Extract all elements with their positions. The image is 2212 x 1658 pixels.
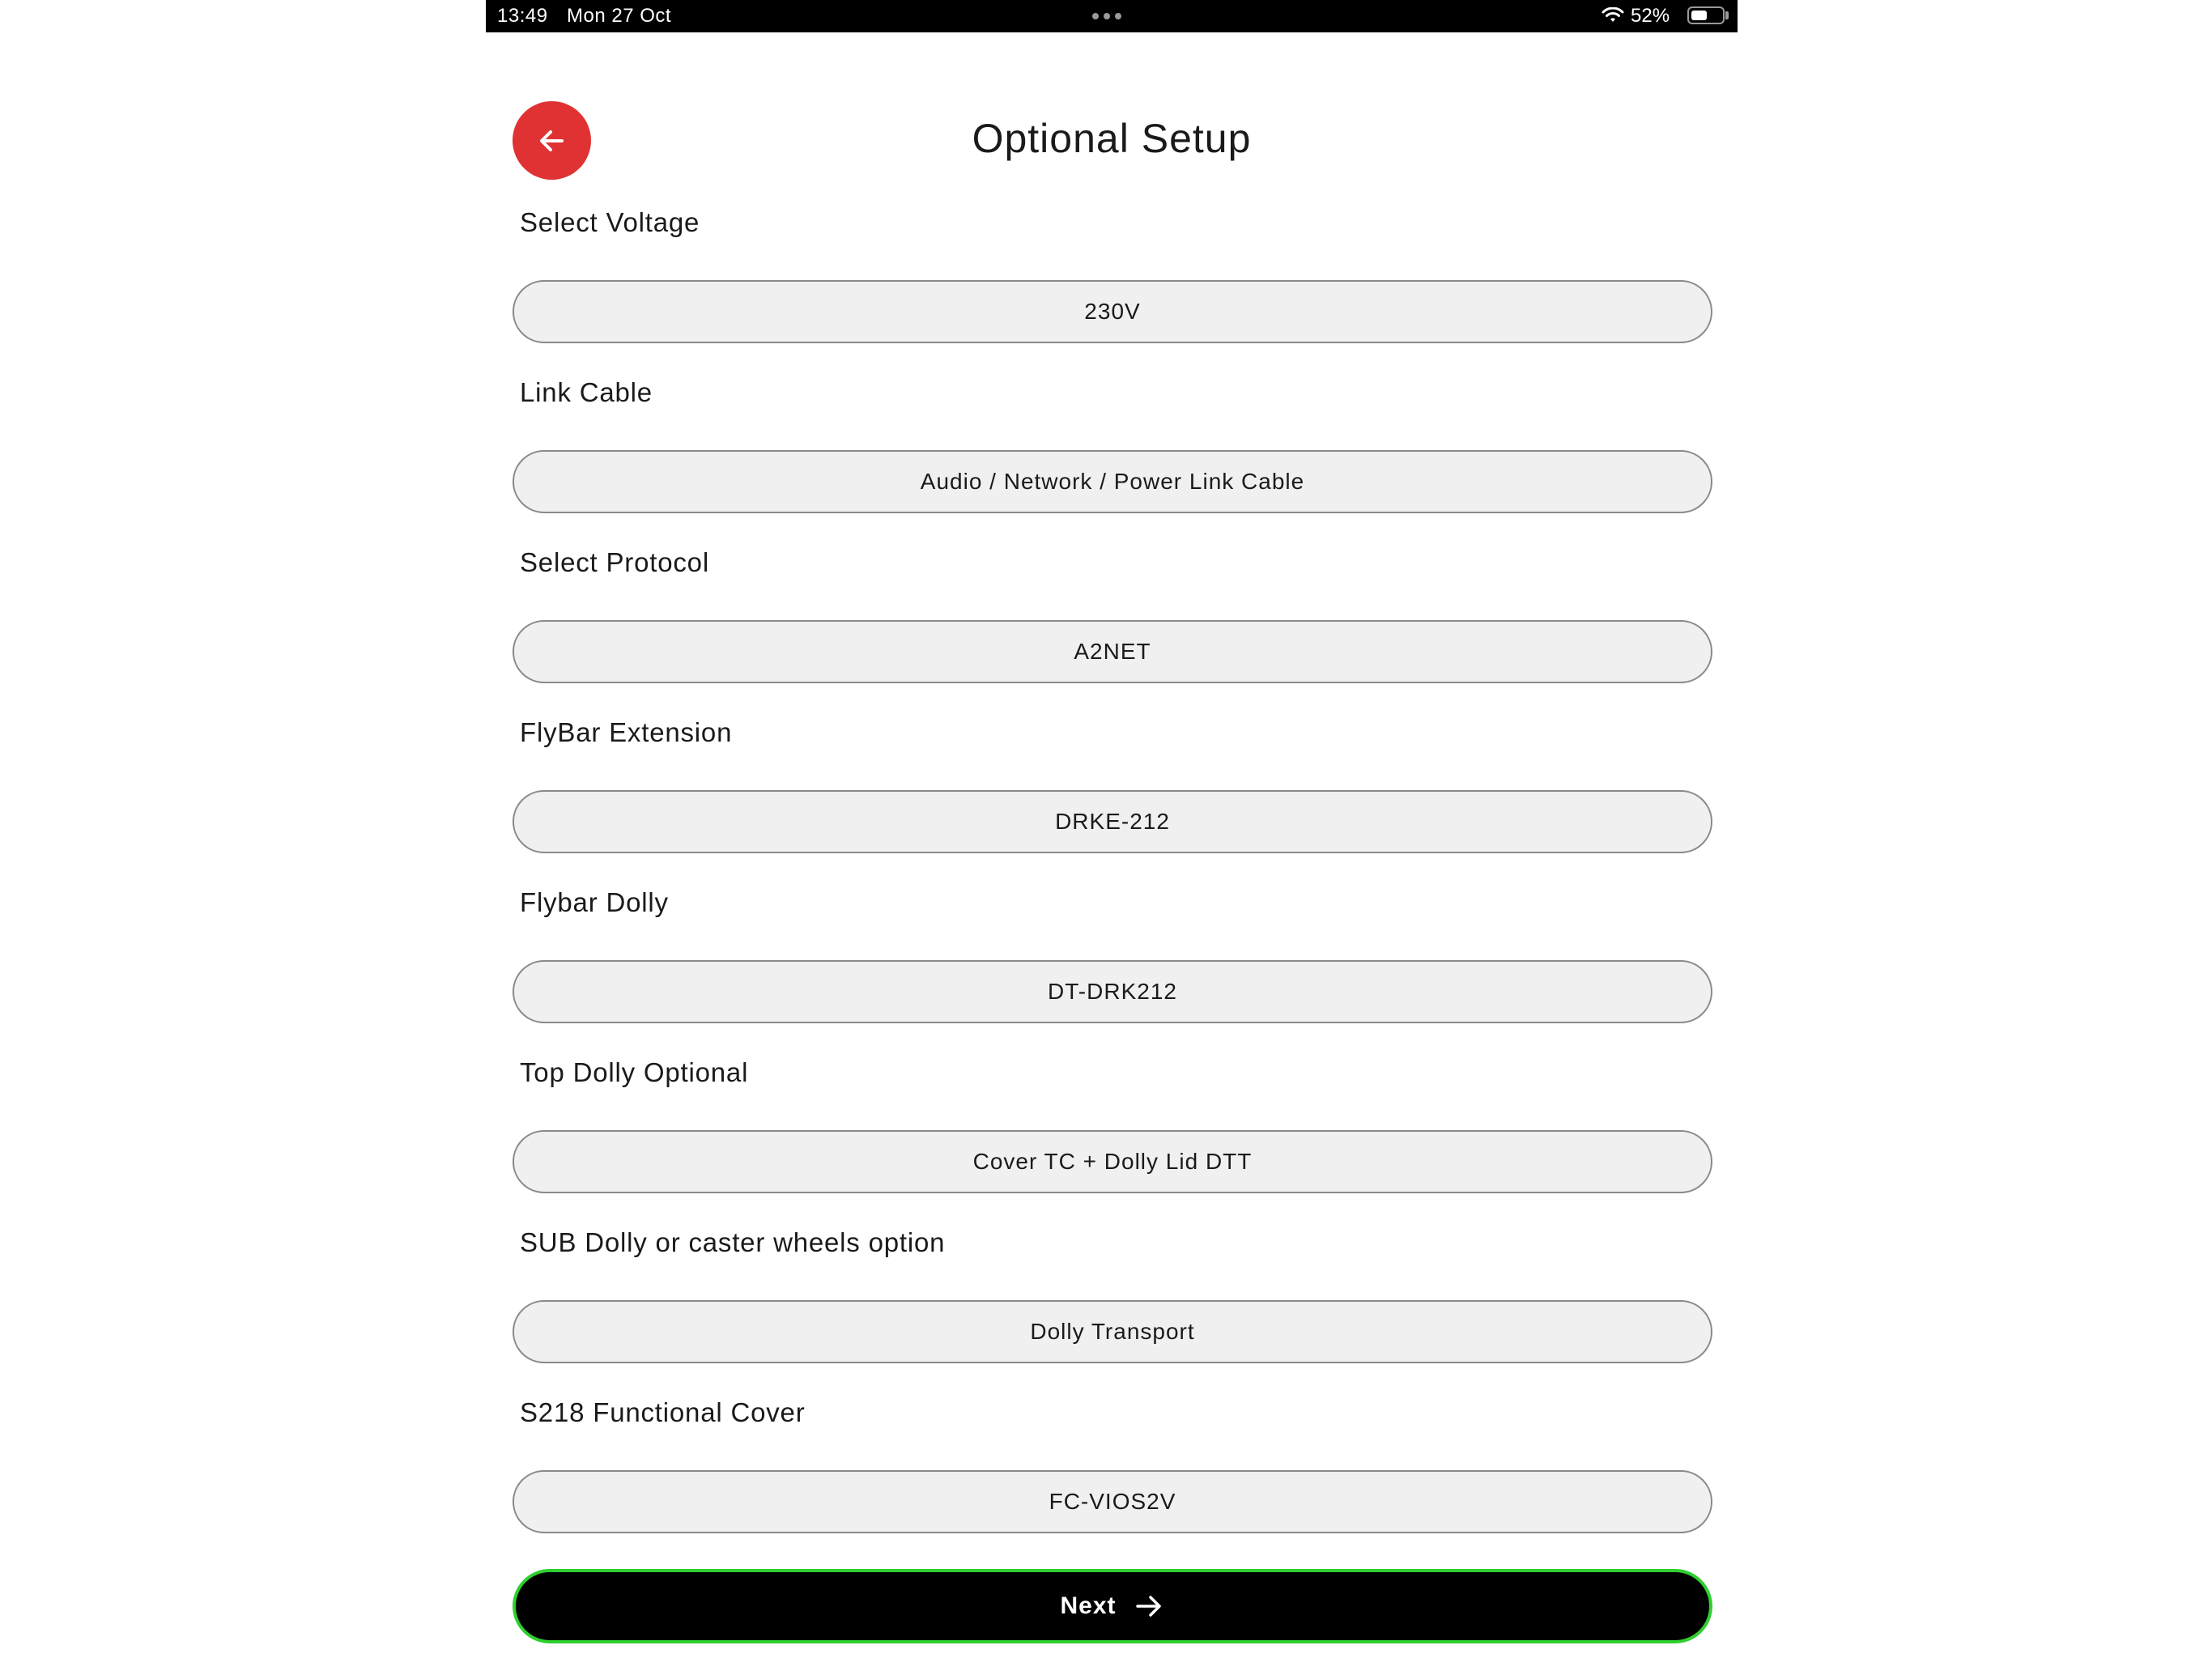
arrow-right-icon xyxy=(1135,1596,1161,1617)
flybar-dolly-select[interactable]: DT-DRK212 xyxy=(513,960,1712,1023)
next-button-label: Next xyxy=(1060,1592,1117,1619)
protocol-select[interactable]: A2NET xyxy=(513,620,1712,683)
voltage-select[interactable]: 230V xyxy=(513,280,1712,343)
field-label-flybar-extension: FlyBar Extension xyxy=(520,717,733,747)
app-screen: 13:49 Mon 27 Oct 52% Optional Setup Sele… xyxy=(486,0,1738,1658)
sub-dolly-select[interactable]: Dolly Transport xyxy=(513,1300,1712,1363)
functional-cover-select[interactable]: FC-VIOS2V xyxy=(513,1470,1712,1533)
field-label-sub-dolly: SUB Dolly or caster wheels option xyxy=(520,1227,946,1257)
flybar-extension-select[interactable]: DRKE-212 xyxy=(513,790,1712,853)
field-label-link-cable: Link Cable xyxy=(520,377,653,407)
field-label-voltage: Select Voltage xyxy=(520,207,700,237)
field-label-functional-cover: S218 Functional Cover xyxy=(520,1397,806,1427)
next-button[interactable]: Next xyxy=(513,1569,1712,1643)
top-dolly-select[interactable]: Cover TC + Dolly Lid DTT xyxy=(513,1130,1712,1193)
setup-form: Select Voltage 230V Link Cable Audio / N… xyxy=(486,0,1738,1658)
field-label-flybar-dolly: Flybar Dolly xyxy=(520,887,669,917)
field-label-protocol: Select Protocol xyxy=(520,547,709,577)
link-cable-select[interactable]: Audio / Network / Power Link Cable xyxy=(513,450,1712,513)
field-label-top-dolly: Top Dolly Optional xyxy=(520,1057,749,1087)
